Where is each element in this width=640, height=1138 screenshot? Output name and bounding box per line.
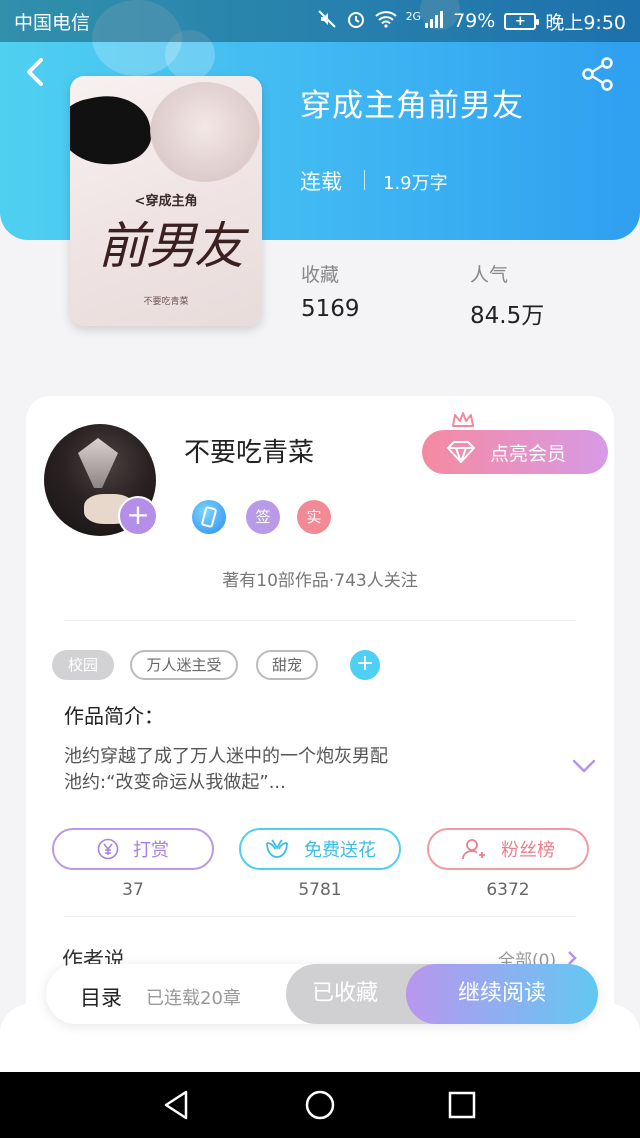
- back-button[interactable]: [18, 54, 54, 90]
- network-type: 2G: [405, 9, 422, 23]
- cover-art-shadow: [70, 87, 157, 175]
- status-bar: 中国电信 2G 79% + 晚上9:50: [0, 0, 640, 42]
- send-flower-label: 免费送花: [304, 840, 376, 861]
- fans-count: 6372: [486, 880, 530, 900]
- send-flower-button[interactable]: 免费送花: [239, 828, 401, 870]
- meta-divider: [364, 170, 365, 190]
- flower-icon: [266, 839, 288, 858]
- synopsis-line: 池约穿越了成了万人迷中的一个炮灰男配: [64, 746, 388, 767]
- divider: [64, 620, 576, 621]
- fans-ranking-label: 粉丝榜: [501, 840, 555, 861]
- stat-popularity-label: 人气: [470, 264, 509, 286]
- back-arrow-icon: [27, 58, 43, 86]
- chapters-count: 已连载20章: [146, 988, 241, 1009]
- table-of-contents-button[interactable]: 目录: [80, 982, 122, 1012]
- synopsis-label: 作品简介：: [64, 704, 164, 728]
- author-name[interactable]: 不要吃青菜: [184, 432, 314, 469]
- tag-item[interactable]: 校园: [52, 650, 114, 680]
- signal-icon: [424, 10, 444, 33]
- stat-favorites-label: 收藏: [301, 264, 340, 286]
- mute-icon: [317, 9, 337, 34]
- verified-badge: 实: [297, 500, 331, 534]
- book-word-count: 1.9万字: [383, 173, 448, 194]
- reward-button[interactable]: 打赏: [52, 828, 214, 870]
- vip-button[interactable]: 点亮会员: [422, 430, 608, 474]
- avatar-art: [78, 438, 118, 488]
- status-time: 晚上9:50: [545, 11, 626, 34]
- carrier-name: 中国电信: [14, 11, 91, 34]
- follow-author-button[interactable]: +: [118, 496, 158, 536]
- battery-icon: +: [504, 12, 540, 30]
- divider: [64, 916, 576, 917]
- tag-item[interactable]: 甜宠: [256, 650, 318, 680]
- cover-main-title: 前男友: [98, 217, 244, 275]
- stat-favorites-value: 5169: [301, 296, 360, 322]
- nav-back-icon[interactable]: [160, 1088, 194, 1122]
- flower-count: 5781: [298, 880, 342, 900]
- wifi-icon: [374, 10, 397, 33]
- alarm-icon: [346, 9, 366, 34]
- stat-popularity-value: 84.5万: [470, 303, 545, 329]
- reward-count: 37: [122, 880, 144, 900]
- yen-icon: [97, 838, 119, 860]
- battery-percent: 79%: [453, 10, 496, 32]
- chevron-down-icon[interactable]: [572, 758, 596, 774]
- nav-recents-icon[interactable]: [445, 1088, 479, 1122]
- nav-home-icon[interactable]: [303, 1088, 337, 1122]
- reward-label: 打赏: [133, 840, 169, 861]
- book-status: 连载: [300, 170, 342, 194]
- book-title: 穿成主角前男友: [300, 88, 524, 124]
- share-button[interactable]: [580, 56, 616, 92]
- cover-author: 不要吃青菜: [143, 297, 189, 307]
- cover-art-figure: [150, 82, 260, 182]
- author-meta: 著有10部作品·743人关注: [222, 571, 418, 591]
- tag-item[interactable]: 万人迷主受: [130, 650, 238, 680]
- share-icon: [582, 57, 613, 91]
- vip-label: 点亮会员: [490, 442, 567, 465]
- book-cover[interactable]: <穿成主角 前男友 不要吃青菜: [70, 76, 262, 326]
- diamond-icon: [447, 441, 475, 463]
- continue-reading-button[interactable]: 继续阅读: [406, 964, 598, 1024]
- signed-badge: 签: [246, 500, 280, 534]
- user-icon: [462, 839, 485, 860]
- mobile-badge-icon: [192, 500, 226, 534]
- fans-ranking-button[interactable]: 粉丝榜: [427, 828, 589, 870]
- add-tag-button[interactable]: +: [350, 650, 380, 680]
- synopsis-line: 池约:“改变命运从我做起”...: [64, 772, 286, 793]
